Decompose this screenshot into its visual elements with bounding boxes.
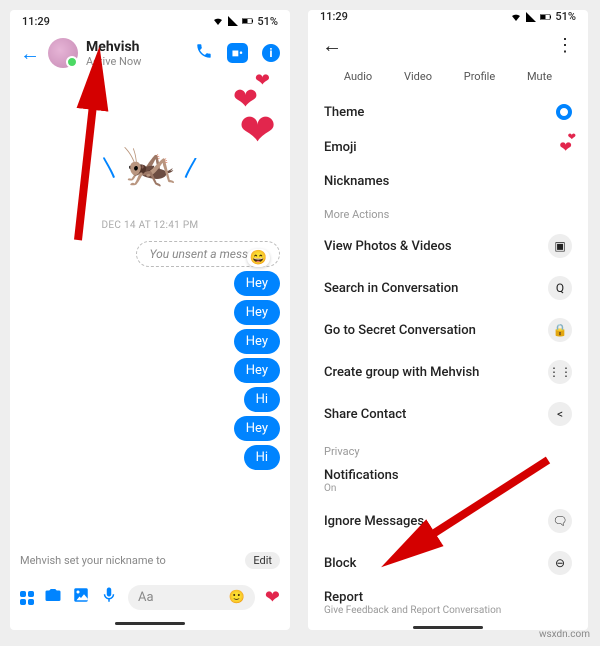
nav-bar[interactable] [10,616,290,630]
signal-icon [525,11,537,23]
more-actions-title: More Actions [308,200,588,223]
message-bubble[interactable]: Hey [234,358,280,383]
label: Share Contact [324,407,406,422]
clock: 11:29 [320,10,348,23]
tab-audio[interactable]: Audio [344,70,372,83]
tab-mute[interactable]: Mute [527,70,552,83]
chat-screen: 11:29 51% ← Mehvish Active Now ■• i ❤ ❤ … [10,10,290,630]
avatar[interactable] [48,38,78,68]
row-search[interactable]: Search in Conversation Q [324,267,572,309]
phone-icon[interactable] [195,42,213,64]
watermark: wsxdn.com [539,629,590,640]
composer: Aa 🙂 ❤ [10,579,290,616]
timestamp: DEC 14 AT 12:41 PM [20,220,280,231]
apps-icon[interactable] [20,591,34,605]
cricket-sticker: 〵🦗〵 [123,138,178,190]
sub: Give Feedback and Report Conversation [324,605,501,616]
mic-icon[interactable] [100,586,118,609]
battery-text: 51% [555,10,576,23]
label: Emoji [324,140,357,155]
message-bubble[interactable]: Hey [234,300,280,325]
privacy-title: Privacy [308,437,588,460]
lock-icon: 🔒 [548,318,572,342]
chat-header: ← Mehvish Active Now ■• i [10,32,290,74]
group-icon: ⋮⋮ [548,360,572,384]
video-icon[interactable]: ■• [227,43,248,63]
row-report[interactable]: Report Give Feedback and Report Conversa… [324,584,572,622]
edit-button[interactable]: Edit [245,552,280,569]
label: Go to Secret Conversation [324,323,476,338]
row-ignore[interactable]: Ignore Messages 🗨 [324,500,572,542]
label: Block [324,556,356,571]
contact-status: Active Now [86,55,141,68]
action-tabs: Audio Video Profile Mute [308,68,588,93]
label: View Photos & Videos [324,239,452,254]
signal-icon [227,15,239,27]
row-block[interactable]: Block ⊖ [324,542,572,584]
battery-icon [242,15,254,27]
row-theme[interactable]: Theme [324,95,572,129]
emoji-icon[interactable]: 🙂 [229,590,245,605]
heart-icon: ❤ [559,138,572,156]
row-emoji[interactable]: Emoji ❤ [324,129,572,165]
battery-icon [540,11,552,23]
back-icon[interactable]: ← [322,33,342,58]
block-icon: ⊖ [548,551,572,575]
sub: On [324,483,336,494]
label: Search in Conversation [324,281,458,296]
ignore-icon: 🗨 [548,509,572,533]
label: Nicknames [324,174,389,189]
gallery-icon[interactable] [72,586,90,609]
message-bubble[interactable]: Hi [244,445,280,470]
message-bubble[interactable]: Hey [234,271,280,296]
wifi-icon [212,15,224,27]
label: Create group with Mehvish [324,365,479,380]
message-bubble[interactable]: Hey [234,329,280,354]
label: Notifications [324,468,399,483]
label: Theme [324,105,364,120]
system-message: Mehvish set your nickname to Edit [20,552,280,569]
tab-video[interactable]: Video [404,70,432,83]
row-secret[interactable]: Go to Secret Conversation 🔒 [324,309,572,351]
like-icon[interactable]: ❤ [265,587,280,608]
share-icon: < [548,402,572,426]
search-icon: Q [548,276,572,300]
row-view-photos[interactable]: View Photos & Videos ▣ [324,225,572,267]
more-icon[interactable]: ⋮ [556,35,574,56]
photo-icon: ▣ [548,234,572,258]
status-bar: 11:29 51% [308,10,588,23]
message-input[interactable]: Aa 🙂 [128,585,255,610]
row-create-group[interactable]: Create group with Mehvish ⋮⋮ [324,351,572,393]
label: Report [324,590,363,605]
back-icon[interactable]: ← [20,41,40,66]
battery-text: 51% [257,15,278,28]
info-icon[interactable]: i [262,44,280,62]
reaction-emoji[interactable]: 😄 [247,249,270,267]
message-bubble[interactable]: Hi [244,387,280,412]
contact-name: Mehvish [86,39,141,55]
chat-body: ❤ ❤ ❤ 〵🦗〵 😄 DEC 14 AT 12:41 PM You unsen… [10,74,290,579]
label: Ignore Messages [324,514,424,529]
placeholder: Aa [138,590,154,605]
wifi-icon [510,11,522,23]
settings-header: ← ⋮ [308,23,588,68]
row-nicknames[interactable]: Nicknames [324,165,572,198]
camera-icon[interactable] [44,586,62,609]
theme-ring-icon [556,104,572,120]
status-bar: 11:29 51% [10,10,290,32]
clock: 11:29 [22,15,50,28]
system-text: Mehvish set your nickname to [20,554,166,567]
settings-screen: 11:29 51% ← ⋮ Audio Video Profile Mute T… [308,10,588,630]
row-share-contact[interactable]: Share Contact < [324,393,572,435]
message-bubble[interactable]: Hey [234,416,280,441]
contact-name-block[interactable]: Mehvish Active Now [86,39,141,68]
row-notifications[interactable]: Notifications On [324,462,572,500]
tab-profile[interactable]: Profile [464,70,495,83]
